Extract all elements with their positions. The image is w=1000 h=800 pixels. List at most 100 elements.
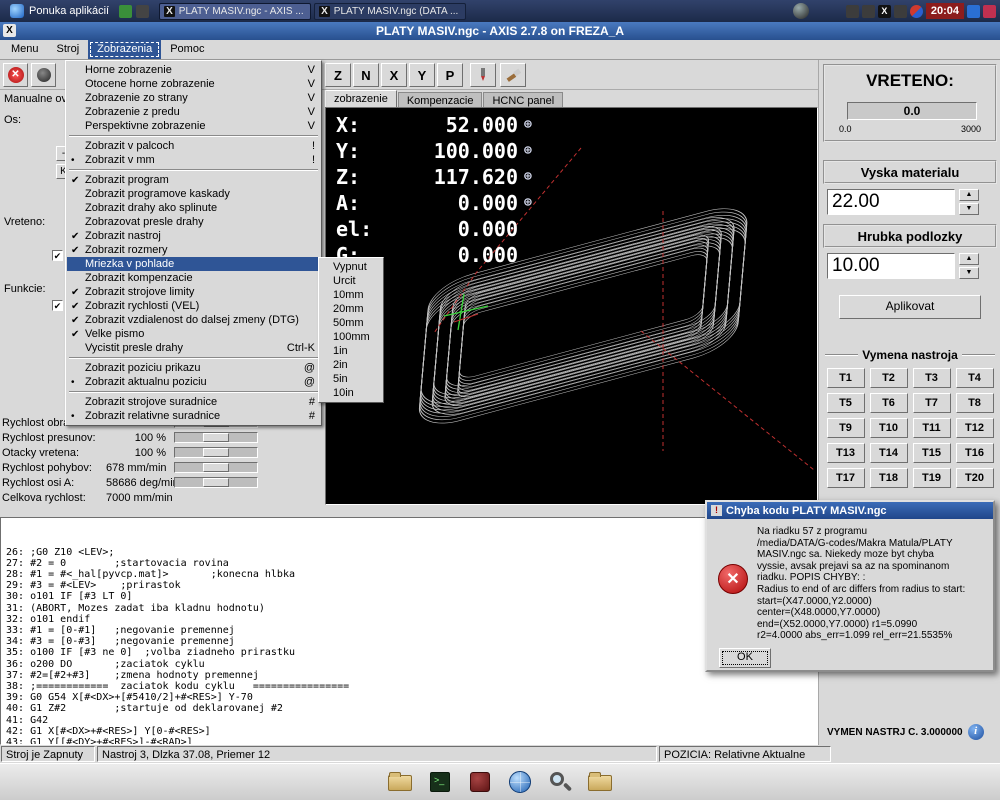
workspace-sphere-icon[interactable] (793, 3, 809, 19)
menu-item[interactable]: Zobrazit strojove suradnice # (67, 395, 320, 409)
tool-button[interactable]: T2 (870, 368, 908, 388)
tool-button[interactable]: T15 (913, 443, 951, 463)
window-menu-icon[interactable]: X (3, 24, 16, 37)
spin-down-button[interactable]: ▼ (959, 203, 979, 215)
window-titlebar[interactable]: X PLATY MASIV.ngc - AXIS 2.7.8 on FREZA_… (0, 22, 1000, 40)
menu-item[interactable]: Zobrazit drahy ako splinute (67, 201, 320, 215)
gcode-line[interactable]: 41: G42 (6, 715, 817, 726)
xorg-icon[interactable]: X (878, 5, 891, 18)
gcode-line[interactable]: 37: #2=[#2+#3] ;zmena hodnoty premennej (6, 670, 817, 681)
media-app-icon[interactable] (467, 769, 493, 795)
tool-button[interactable]: T7 (913, 393, 951, 413)
tray-app-icon-1[interactable] (846, 5, 859, 18)
submenu-item[interactable]: Urcit (320, 274, 382, 288)
axis-letter-button[interactable]: Z (325, 63, 351, 87)
window-task-button[interactable]: X PLATY MASIV.ngc (DATA ... (314, 3, 466, 20)
tool-button[interactable]: T3 (913, 368, 951, 388)
slider-handle[interactable] (203, 433, 229, 442)
override-slider[interactable] (174, 432, 258, 443)
submenu-item[interactable]: 1in (320, 344, 382, 358)
gcode-line[interactable]: 30: o101 IF [#3 LT 0] (6, 591, 817, 602)
gcode-line[interactable]: 42: G1 X[#<DX>+#<RES>] Y[0-#<RES>] (6, 726, 817, 737)
tool-button[interactable]: T20 (956, 468, 994, 488)
menu-item[interactable]: Zobrazit v palcoch ! (67, 139, 320, 153)
backplot-canvas[interactable]: X: 52.000 ⊕ Y: 100.000 ⊕ Z: 117.620 ⊕ A:… (325, 107, 818, 505)
tool-button[interactable]: T11 (913, 418, 951, 438)
tool-button[interactable]: T8 (956, 393, 994, 413)
menu-item[interactable]: ✔ Zobrazit nastroj (67, 229, 320, 243)
menu-item[interactable]: Otocene horne zobrazenie V (67, 77, 320, 91)
menu-item[interactable]: Zobrazenie zo strany V (67, 91, 320, 105)
axis-letter-button[interactable]: Y (409, 63, 435, 87)
gcode-line[interactable]: 31: (ABORT, Mozes zadat iba kladnu hodno… (6, 603, 817, 614)
gcode-line[interactable]: 38: ;============ zaciatok kodu cyklu ==… (6, 681, 817, 692)
spin-up-button[interactable]: ▲ (959, 189, 979, 201)
clear-plot-button[interactable] (500, 63, 526, 87)
clock[interactable]: 20:04 (926, 3, 964, 19)
tool-button[interactable]: T19 (913, 468, 951, 488)
applications-menu-button[interactable]: Ponuka aplikácií (4, 2, 115, 20)
gcode-line[interactable]: 43: G1 Y[[#<DY>+#<RES>]-#<RAD>] (6, 737, 817, 745)
function-checkbox-1[interactable]: ✔ (52, 250, 63, 261)
menubar-item[interactable]: Menu (2, 40, 48, 59)
tray-app-icon-3[interactable] (894, 5, 907, 18)
tray-app-icon-2[interactable] (862, 5, 875, 18)
material-height-input[interactable]: 22.00 (827, 189, 955, 215)
tool-button[interactable]: T9 (827, 418, 865, 438)
menu-item[interactable]: Zobrazit kompenzacie (67, 271, 320, 285)
submenu-item[interactable]: 100mm (320, 330, 382, 344)
override-slider[interactable] (174, 477, 258, 488)
gcode-line[interactable]: 32: o101 endif (6, 614, 817, 625)
submenu-item[interactable]: 2in (320, 358, 382, 372)
gcode-line[interactable]: 28: #1 = #<_hal[pyvcp.mat]> ;konecna hlb… (6, 569, 817, 580)
preview-tab[interactable]: Kompenzacie (398, 92, 483, 107)
menu-item[interactable]: • Zobrazit v mm ! (67, 153, 320, 167)
tool-button[interactable]: T18 (870, 468, 908, 488)
tool-button[interactable]: T5 (827, 393, 865, 413)
menu-item[interactable]: ✔ Zobrazit program (67, 173, 320, 187)
tool-touchoff-button[interactable] (470, 63, 496, 87)
spin-down-button[interactable]: ▼ (959, 267, 979, 279)
menubar-item[interactable]: Pomoc (161, 40, 213, 59)
submenu-item[interactable]: Vypnut (320, 260, 382, 274)
tool-button[interactable]: T16 (956, 443, 994, 463)
gcode-line[interactable]: 39: G0 G54 X[#<DX>+[#5410/2]+#<RES>] Y-7… (6, 692, 817, 703)
info-icon[interactable]: i (968, 724, 984, 740)
tool-button[interactable]: T13 (827, 443, 865, 463)
function-checkbox-2[interactable]: ✔ (52, 300, 63, 311)
submenu-item[interactable]: 10in (320, 386, 382, 400)
submenu-item[interactable]: 50mm (320, 316, 382, 330)
menu-item[interactable]: ✔ Zobrazit rychlosti (VEL) (67, 299, 320, 313)
ok-button[interactable]: OK (719, 648, 771, 668)
manual-tab-label[interactable]: Manualne ov (4, 93, 67, 105)
override-slider[interactable] (174, 447, 258, 458)
override-slider[interactable] (174, 462, 258, 473)
submenu-item[interactable]: 10mm (320, 288, 382, 302)
apply-button[interactable]: Aplikovat (839, 295, 981, 319)
gcode-listing[interactable]: 26: ;G0 Z10 <LEV>;27: #2 = 0 ;startovaci… (0, 517, 818, 745)
menu-item[interactable]: • Zobrazit aktualnu poziciu @ (67, 375, 320, 389)
slider-handle[interactable] (203, 463, 229, 472)
tool-button[interactable]: T10 (870, 418, 908, 438)
launcher-icon-green[interactable] (119, 5, 132, 18)
mail-icon[interactable] (967, 5, 980, 18)
submenu-item[interactable]: 20mm (320, 302, 382, 316)
machine-power-button[interactable] (31, 63, 56, 87)
gcode-line[interactable]: 34: #3 = [0-#3] ;negovanie premennej (6, 636, 817, 647)
tool-button[interactable]: T12 (956, 418, 994, 438)
browser-icon[interactable] (910, 5, 923, 18)
menu-item[interactable]: Zobrazit programove kaskady (67, 187, 320, 201)
gcode-line[interactable]: 29: #3 = #<LEV> ;prirastok (6, 580, 817, 591)
washer-thickness-input[interactable]: 10.00 (827, 253, 955, 279)
submenu-item[interactable]: 5in (320, 372, 382, 386)
slider-handle[interactable] (203, 448, 229, 457)
menu-item[interactable]: Perspektivne zobrazenie V (67, 119, 320, 133)
menu-item[interactable]: Zobrazovat presle drahy (67, 215, 320, 229)
gcode-line[interactable]: 33: #1 = [0-#1] ;negovanie premennej (6, 625, 817, 636)
gcode-line[interactable]: 35: o100 IF [#3 ne 0] ;volba ziadneho pr… (6, 647, 817, 658)
gcode-line[interactable]: 26: ;G0 Z10 <LEV>; (6, 547, 817, 558)
launcher-icon-dark[interactable] (136, 5, 149, 18)
terminal-icon[interactable] (427, 769, 453, 795)
menu-item[interactable]: Vycistit presle drahy Ctrl-K (67, 341, 320, 355)
file-manager-icon[interactable] (387, 769, 413, 795)
